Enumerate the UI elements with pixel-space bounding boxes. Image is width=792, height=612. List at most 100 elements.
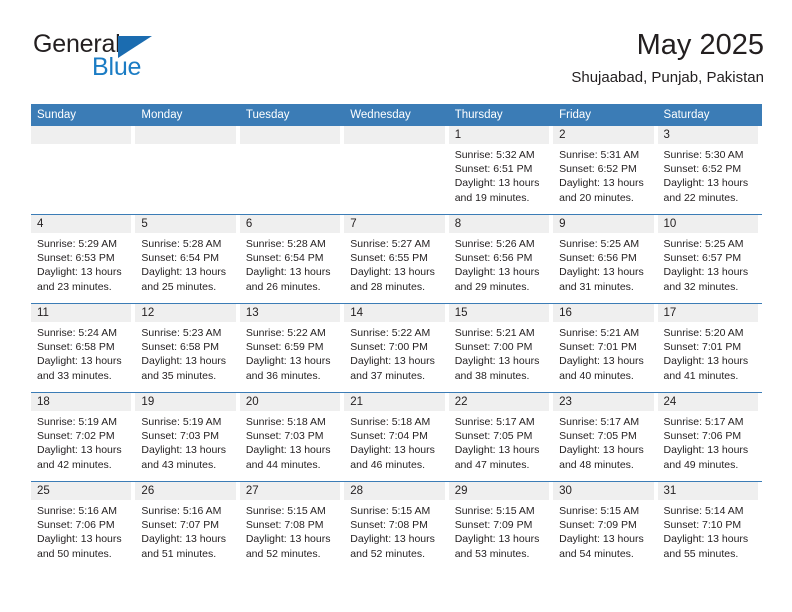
sunrise-text: Sunrise: 5:15 AM (350, 505, 431, 517)
day-details: Sunrise: 5:15 AM Sunset: 7:08 PM Dayligh… (240, 500, 340, 561)
day-details: Sunrise: 5:19 AM Sunset: 7:03 PM Dayligh… (135, 411, 235, 472)
day-details: Sunrise: 5:17 AM Sunset: 7:05 PM Dayligh… (553, 411, 653, 472)
sunset-text: Sunset: 6:55 PM (350, 252, 428, 265)
daylight-line1: Daylight: 13 hours (663, 266, 749, 279)
sunrise-text: Sunrise: 5:15 AM (454, 505, 535, 517)
daylight-line2: and 23 minutes. (37, 280, 112, 293)
day-details: Sunrise: 5:17 AM Sunset: 7:05 PM Dayligh… (449, 411, 549, 472)
day-cell[interactable]: 15 Sunrise: 5:21 AM Sunset: 7:00 PM Dayl… (448, 304, 554, 392)
daylight-line1: Daylight: 13 hours (454, 266, 540, 279)
day-number: 19 (135, 393, 236, 411)
daylight-line1: Daylight: 13 hours (141, 355, 227, 368)
daylight-line1: Daylight: 13 hours (37, 266, 122, 279)
day-cell[interactable]: 19 Sunrise: 5:19 AM Sunset: 7:03 PM Dayl… (135, 393, 240, 481)
day-details (240, 144, 340, 148)
day-number: 23 (553, 393, 654, 411)
daylight-line1: Daylight: 13 hours (559, 355, 644, 368)
day-cell[interactable]: 5 Sunrise: 5:28 AM Sunset: 6:54 PM Dayli… (135, 215, 240, 303)
daylight-line1: Daylight: 13 hours (245, 533, 331, 546)
day-cell[interactable]: 7 Sunrise: 5:27 AM Sunset: 6:55 PM Dayli… (344, 215, 449, 303)
daylight-line2: and 40 minutes. (559, 369, 634, 382)
sunset-text: Sunset: 6:56 PM (559, 252, 637, 265)
day-number: 13 (239, 304, 341, 322)
day-number: 28 (344, 482, 445, 500)
day-cell[interactable]: 2 Sunrise: 5:31 AM Sunset: 6:52 PM Dayli… (553, 126, 658, 214)
sunset-text: Sunset: 6:54 PM (245, 252, 324, 265)
day-cell[interactable] (239, 126, 345, 214)
day-cell[interactable]: 4 Sunrise: 5:29 AM Sunset: 6:53 PM Dayli… (31, 215, 136, 303)
sunrise-text: Sunrise: 5:28 AM (141, 238, 222, 250)
day-number: 3 (657, 126, 758, 144)
day-cell[interactable]: 27 Sunrise: 5:15 AM Sunset: 7:08 PM Dayl… (239, 482, 345, 570)
day-number: 27 (239, 482, 341, 500)
sunset-text: Sunset: 6:56 PM (454, 252, 533, 265)
sunrise-text: Sunrise: 5:15 AM (559, 505, 640, 517)
daylight-line2: and 42 minutes. (37, 458, 112, 471)
sunset-text: Sunset: 7:04 PM (350, 430, 428, 443)
weekday-header-tuesday: Tuesday (245, 109, 290, 121)
day-cell[interactable]: 16 Sunrise: 5:21 AM Sunset: 7:01 PM Dayl… (553, 304, 658, 392)
brand-word-blue: Blue (92, 53, 142, 81)
weekday-header-wednesday: Wednesday (350, 109, 411, 121)
day-number: 14 (344, 304, 445, 322)
weekday-header-monday: Monday (141, 109, 183, 121)
sunset-text: Sunset: 7:02 PM (37, 430, 115, 443)
day-details: Sunrise: 5:22 AM Sunset: 6:59 PM Dayligh… (240, 322, 340, 383)
day-cell[interactable]: 31 Sunrise: 5:14 AM Sunset: 7:10 PM Dayl… (657, 482, 762, 570)
day-cell[interactable]: 11 Sunrise: 5:24 AM Sunset: 6:58 PM Dayl… (31, 304, 136, 392)
day-cell[interactable]: 18 Sunrise: 5:19 AM Sunset: 7:02 PM Dayl… (31, 393, 136, 481)
day-cell[interactable]: 21 Sunrise: 5:18 AM Sunset: 7:04 PM Dayl… (344, 393, 449, 481)
day-details: Sunrise: 5:24 AM Sunset: 6:58 PM Dayligh… (31, 322, 131, 383)
day-cell[interactable]: 20 Sunrise: 5:18 AM Sunset: 7:03 PM Dayl… (239, 393, 345, 481)
day-cell[interactable]: 3 Sunrise: 5:30 AM Sunset: 6:52 PM Dayli… (657, 126, 762, 214)
day-cell[interactable] (344, 126, 449, 214)
daylight-line1: Daylight: 13 hours (37, 444, 122, 457)
day-cell[interactable]: 24 Sunrise: 5:17 AM Sunset: 7:06 PM Dayl… (657, 393, 762, 481)
week-row: 11 Sunrise: 5:24 AM Sunset: 6:58 PM Dayl… (31, 303, 762, 392)
day-number: 26 (135, 482, 236, 500)
daylight-line1: Daylight: 13 hours (141, 444, 227, 457)
daylight-line1: Daylight: 13 hours (454, 444, 540, 457)
day-number (344, 126, 445, 144)
day-cell[interactable]: 25 Sunrise: 5:16 AM Sunset: 7:06 PM Dayl… (31, 482, 136, 570)
day-cell[interactable]: 28 Sunrise: 5:15 AM Sunset: 7:08 PM Dayl… (344, 482, 449, 570)
weekday-header-sunday: Sunday (37, 109, 77, 121)
day-cell[interactable] (31, 126, 136, 214)
sunset-text: Sunset: 7:03 PM (245, 430, 324, 443)
sunset-text: Sunset: 7:00 PM (350, 341, 428, 354)
title-block: May 2025 Shujaabad, Punjab, Pakistan (571, 28, 764, 87)
day-cell[interactable]: 23 Sunrise: 5:17 AM Sunset: 7:05 PM Dayl… (553, 393, 658, 481)
day-number: 20 (239, 393, 341, 411)
sunset-text: Sunset: 6:52 PM (663, 163, 742, 176)
weekday-header-row: Sunday Monday Tuesday Wednesday Thursday… (31, 104, 762, 126)
sunset-text: Sunset: 6:54 PM (141, 252, 220, 265)
day-cell[interactable]: 14 Sunrise: 5:22 AM Sunset: 7:00 PM Dayl… (344, 304, 449, 392)
week-row: 18 Sunrise: 5:19 AM Sunset: 7:02 PM Dayl… (31, 392, 762, 481)
day-number: 29 (448, 482, 550, 500)
day-cell[interactable]: 1 Sunrise: 5:32 AM Sunset: 6:51 PM Dayli… (448, 126, 554, 214)
daylight-line2: and 46 minutes. (350, 458, 425, 471)
day-details: Sunrise: 5:21 AM Sunset: 7:00 PM Dayligh… (449, 322, 549, 383)
sunrise-text: Sunrise: 5:20 AM (663, 327, 744, 339)
day-cell[interactable]: 26 Sunrise: 5:16 AM Sunset: 7:07 PM Dayl… (135, 482, 240, 570)
day-details: Sunrise: 5:18 AM Sunset: 7:03 PM Dayligh… (240, 411, 340, 472)
sunset-text: Sunset: 7:09 PM (559, 519, 637, 532)
day-details: Sunrise: 5:20 AM Sunset: 7:01 PM Dayligh… (658, 322, 758, 383)
brand-logo[interactable]: General Blue (31, 28, 251, 84)
day-cell[interactable]: 9 Sunrise: 5:25 AM Sunset: 6:56 PM Dayli… (553, 215, 658, 303)
day-details: Sunrise: 5:25 AM Sunset: 6:57 PM Dayligh… (658, 233, 758, 294)
day-cell[interactable]: 6 Sunrise: 5:28 AM Sunset: 6:54 PM Dayli… (239, 215, 345, 303)
day-cell[interactable]: 8 Sunrise: 5:26 AM Sunset: 6:56 PM Dayli… (448, 215, 554, 303)
day-cell[interactable]: 30 Sunrise: 5:15 AM Sunset: 7:09 PM Dayl… (553, 482, 658, 570)
day-cell[interactable]: 13 Sunrise: 5:22 AM Sunset: 6:59 PM Dayl… (239, 304, 345, 392)
daylight-line1: Daylight: 13 hours (141, 266, 227, 279)
day-cell[interactable]: 29 Sunrise: 5:15 AM Sunset: 7:09 PM Dayl… (448, 482, 554, 570)
day-cell[interactable]: 17 Sunrise: 5:20 AM Sunset: 7:01 PM Dayl… (657, 304, 762, 392)
day-cell[interactable]: 10 Sunrise: 5:25 AM Sunset: 6:57 PM Dayl… (657, 215, 762, 303)
day-cell[interactable]: 12 Sunrise: 5:23 AM Sunset: 6:58 PM Dayl… (135, 304, 240, 392)
day-cell[interactable] (135, 126, 240, 214)
day-number: 31 (657, 482, 758, 500)
sunrise-text: Sunrise: 5:25 AM (559, 238, 640, 250)
day-cell[interactable]: 22 Sunrise: 5:17 AM Sunset: 7:05 PM Dayl… (448, 393, 554, 481)
day-details (344, 144, 444, 148)
